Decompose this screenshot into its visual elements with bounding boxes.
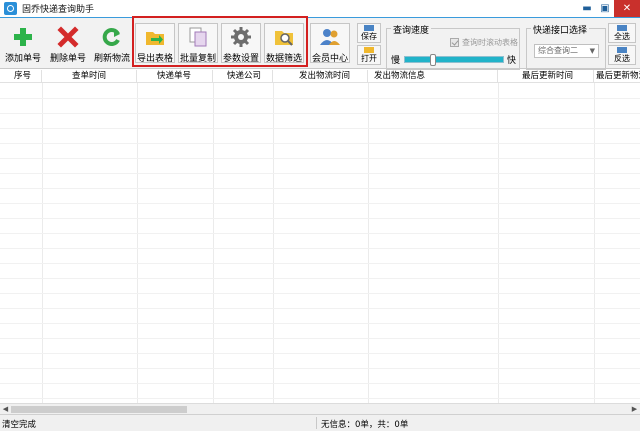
row-line <box>0 188 640 189</box>
speed-slider-thumb[interactable] <box>429 54 436 66</box>
row-line <box>0 173 640 174</box>
fast-label: 快 <box>507 56 517 66</box>
member-center-label: 会员中心 <box>311 54 348 64</box>
grid-line <box>594 83 595 403</box>
delete-number-button[interactable]: 删除单号 <box>48 23 88 64</box>
open-label: 打开 <box>361 54 377 63</box>
query-speed-title: 查询速度 <box>391 23 432 36</box>
select-all-label: 全选 <box>614 32 630 41</box>
save-label: 保存 <box>361 32 377 41</box>
auto-scroll-label: 查询时滚动表格 <box>462 38 518 47</box>
row-line <box>0 98 640 99</box>
row-line <box>0 383 640 384</box>
grid-line <box>42 83 43 403</box>
add-number-button[interactable]: 添加单号 <box>3 23 43 64</box>
toolbar: 添加单号 删除单号 刷新物流 导出表格 批量复制 参数设置 数据筛选 会员中心 … <box>0 18 640 70</box>
row-line <box>0 278 640 279</box>
x-icon <box>57 26 79 48</box>
add-number-label: 添加单号 <box>4 54 41 64</box>
api-select-title: 快递接口选择 <box>531 23 590 36</box>
speed-slider[interactable] <box>404 54 504 66</box>
maximize-button[interactable]: ▣ <box>596 0 614 17</box>
api-selected-value: 综合查询二 <box>538 46 578 55</box>
table-header: 序号 查单时间 快递单号 快递公司 发出物流时间 发出物流信息 最后更新时间 最… <box>0 70 640 83</box>
column-header-last-update-info[interactable]: 最后更新物流 <box>594 70 640 83</box>
auto-scroll-checkbox[interactable]: 查询时滚动表格 <box>450 37 518 48</box>
member-center-button[interactable]: 会员中心 <box>310 23 350 64</box>
row-line <box>0 338 640 339</box>
grid-line <box>273 83 274 403</box>
invert-select-label: 反选 <box>614 54 630 63</box>
grid-line <box>368 83 369 403</box>
status-message: 清空完成 <box>2 420 37 430</box>
column-header-tracking-number[interactable]: 快递单号 <box>137 70 213 83</box>
users-icon <box>319 26 341 48</box>
refresh-logistics-label: 刷新物流 <box>93 54 130 64</box>
side-buttons: 全选 反选 <box>608 23 636 66</box>
row-line <box>0 368 640 369</box>
grid-line <box>137 83 138 403</box>
window-controls: ▬ ▣ ✕ <box>578 0 640 17</box>
row-line <box>0 398 640 399</box>
app-icon <box>4 2 17 15</box>
title-bar: 固乔快递查询助手 ▬ ▣ ✕ <box>0 0 640 18</box>
grid-line <box>213 83 214 403</box>
close-button[interactable]: ✕ <box>614 0 640 17</box>
row-line <box>0 353 640 354</box>
open-button[interactable]: 打开 <box>357 45 381 65</box>
select-all-button[interactable]: 全选 <box>608 23 636 43</box>
column-header-shipped-time[interactable]: 发出物流时间 <box>273 70 368 83</box>
save-button[interactable]: 保存 <box>357 23 381 43</box>
minimize-button[interactable]: ▬ <box>578 0 596 17</box>
row-line <box>0 158 640 159</box>
scrollbar-thumb[interactable] <box>11 406 187 413</box>
column-header-index[interactable]: 序号 <box>0 70 42 83</box>
column-header-shipped-info[interactable]: 发出物流信息 <box>368 70 498 83</box>
status-counts: 无信息：0单，共：0单 <box>321 420 409 430</box>
status-bar: 清空完成 无信息：0单，共：0单 <box>0 414 640 431</box>
query-speed-group: 查询速度 查询时滚动表格 慢 快 <box>386 23 520 70</box>
status-separator <box>316 417 317 429</box>
results-table[interactable]: 序号 查单时间 快递单号 快递公司 发出物流时间 发出物流信息 最后更新时间 最… <box>0 70 640 403</box>
horizontal-scrollbar[interactable]: ◀ ▶ <box>0 403 640 414</box>
row-line <box>0 308 640 309</box>
row-line <box>0 143 640 144</box>
chevron-down-icon: ▼ <box>589 47 595 55</box>
delete-number-label: 删除单号 <box>49 54 86 64</box>
window-title: 固乔快递查询助手 <box>22 5 95 15</box>
api-select-group: 快递接口选择 综合查询二 ▼ <box>526 23 606 70</box>
slow-label: 慢 <box>391 56 401 66</box>
api-dropdown[interactable]: 综合查询二 ▼ <box>534 44 599 58</box>
column-header-courier[interactable]: 快递公司 <box>213 70 273 83</box>
column-header-query-time[interactable]: 查单时间 <box>42 70 137 83</box>
checkbox-icon <box>450 38 459 47</box>
row-line <box>0 218 640 219</box>
row-line <box>0 128 640 129</box>
grid-line <box>498 83 499 403</box>
row-line <box>0 248 640 249</box>
row-line <box>0 263 640 264</box>
refresh-icon <box>101 26 123 48</box>
invert-select-button[interactable]: 反选 <box>608 45 636 65</box>
row-line <box>0 323 640 324</box>
highlight-box <box>132 16 308 67</box>
row-line <box>0 203 640 204</box>
row-line <box>0 113 640 114</box>
row-line <box>0 293 640 294</box>
row-line <box>0 233 640 234</box>
column-header-last-update-time[interactable]: 最后更新时间 <box>498 70 594 83</box>
refresh-logistics-button[interactable]: 刷新物流 <box>92 23 132 64</box>
plus-icon <box>12 26 34 48</box>
